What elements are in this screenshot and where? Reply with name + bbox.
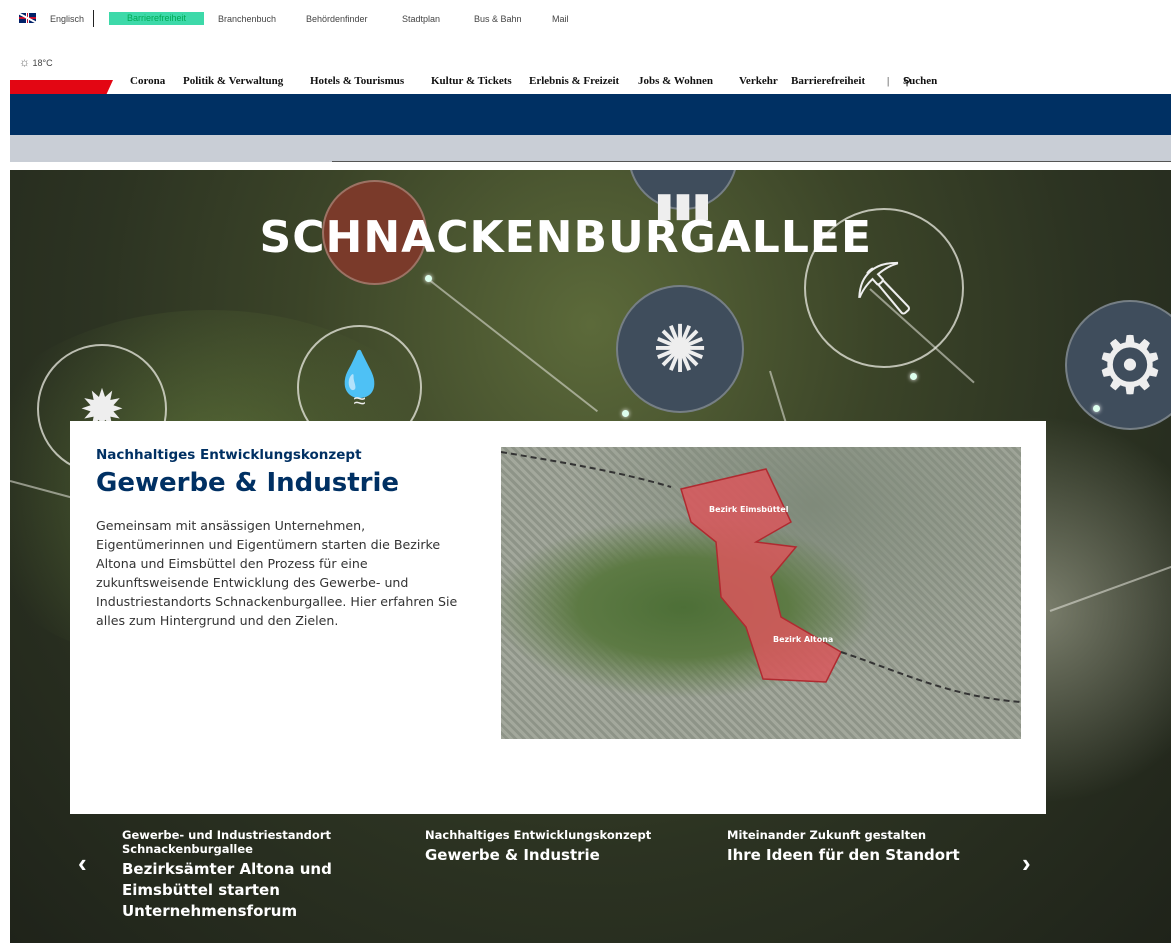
slide-kicker: Miteinander Zukunft gestalten <box>727 828 927 842</box>
search-icon: ⚲ <box>903 76 912 88</box>
util-link-bus-bahn[interactable]: Bus & Bahn <box>474 14 522 24</box>
map-label-altona: Bezirk Altona <box>773 635 834 644</box>
chart-circle-icon: ▮▮▮ <box>628 170 738 224</box>
util-link-stadtplan[interactable]: Stadtplan <box>402 14 440 24</box>
temperature: 18°C <box>32 58 53 68</box>
teaser-card[interactable]: Nachhaltiges Entwicklungskonzept Gewerbe… <box>70 421 1046 814</box>
util-link-mail[interactable]: Mail <box>552 14 569 24</box>
nav-item-jobs[interactable]: Jobs & Wohnen <box>638 75 713 87</box>
util-link-branchenbuch[interactable]: Branchenbuch <box>218 14 276 24</box>
weather-widget: ☼ 18°C <box>19 55 53 69</box>
util-link-behoerdenfinder[interactable]: Behördenfinder <box>306 14 368 24</box>
gear-circle-icon: ⚙ <box>1065 300 1171 430</box>
card-body-text: Gemeinsam mit ansässigen Unternehmen, Ei… <box>96 518 458 628</box>
slide-title: Gewerbe & Industrie <box>425 846 600 864</box>
nav-item-verkehr[interactable]: Verkehr <box>739 75 778 87</box>
nav-item-hotels[interactable]: Hotels & Tourismus <box>310 75 404 87</box>
nav-item-politik[interactable]: Politik & Verwaltung <box>183 75 283 87</box>
nav-divider: | <box>887 75 890 87</box>
slide-kicker: Nachhaltiges Entwicklungskonzept <box>425 828 652 842</box>
map-label-eimsbuettel: Bezirk Eimsbüttel <box>709 505 789 514</box>
solar-circle-icon: ✺ <box>616 285 744 413</box>
nav-item-kultur[interactable]: Kultur & Tickets <box>431 75 512 87</box>
breadcrumb <box>10 135 1171 162</box>
district-map-image: Bezirk Eimsbüttel Bezirk Altona <box>501 447 1021 739</box>
nav-item-barrierefreiheit[interactable]: Barrierefreiheit <box>791 75 865 87</box>
sun-icon: ☼ <box>19 55 30 69</box>
hero-section: ✹ 💧 ≈ ✺ ▮▮▮ ⛏ ⚙ SCHNACKENBURGALLEE Nachha… <box>10 170 1171 943</box>
card-kicker: Nachhaltiges Entwicklungskonzept <box>96 447 362 463</box>
util-link-barrierefreiheit[interactable]: Barrierefreiheit <box>109 12 204 25</box>
slider-item[interactable]: Gewerbe- und Industriestandort Schnacken… <box>122 828 372 922</box>
network-node <box>622 410 629 417</box>
slider-next-button[interactable]: › <box>1022 850 1031 876</box>
utility-bar: Englisch Barrierefreiheit Branchenbuch B… <box>0 0 1171 40</box>
network-node <box>910 373 917 380</box>
slide-title: Ihre Ideen für den Standort <box>727 846 960 864</box>
nav-item-erlebnis[interactable]: Erlebnis & Freizeit <box>529 75 619 87</box>
network-node <box>1093 405 1100 412</box>
divider <box>332 161 1171 162</box>
language-link[interactable]: Englisch <box>50 14 84 24</box>
slide-kicker: Gewerbe- und Industriestandort Schnacken… <box>122 828 331 856</box>
nav-item-corona[interactable]: Corona <box>130 75 165 87</box>
uk-flag-icon[interactable] <box>19 13 36 23</box>
card-headline[interactable]: Gewerbe & Industrie <box>96 468 399 498</box>
divider <box>93 10 94 27</box>
network-node <box>425 275 432 282</box>
slider-item-active[interactable]: Nachhaltiges Entwicklungskonzept Gewerbe… <box>425 828 705 866</box>
slider-prev-button[interactable]: ‹ <box>78 850 87 876</box>
header-blue-band <box>10 94 1171 135</box>
slide-title: Bezirksämter Altona und Eimsbüttel start… <box>122 860 332 920</box>
slider-item[interactable]: Miteinander Zukunft gestalten Ihre Ideen… <box>727 828 1017 866</box>
network-line <box>427 278 599 413</box>
page-title: SCHNACKENBURGALLEE <box>259 212 872 263</box>
map-overlay <box>501 451 1021 703</box>
